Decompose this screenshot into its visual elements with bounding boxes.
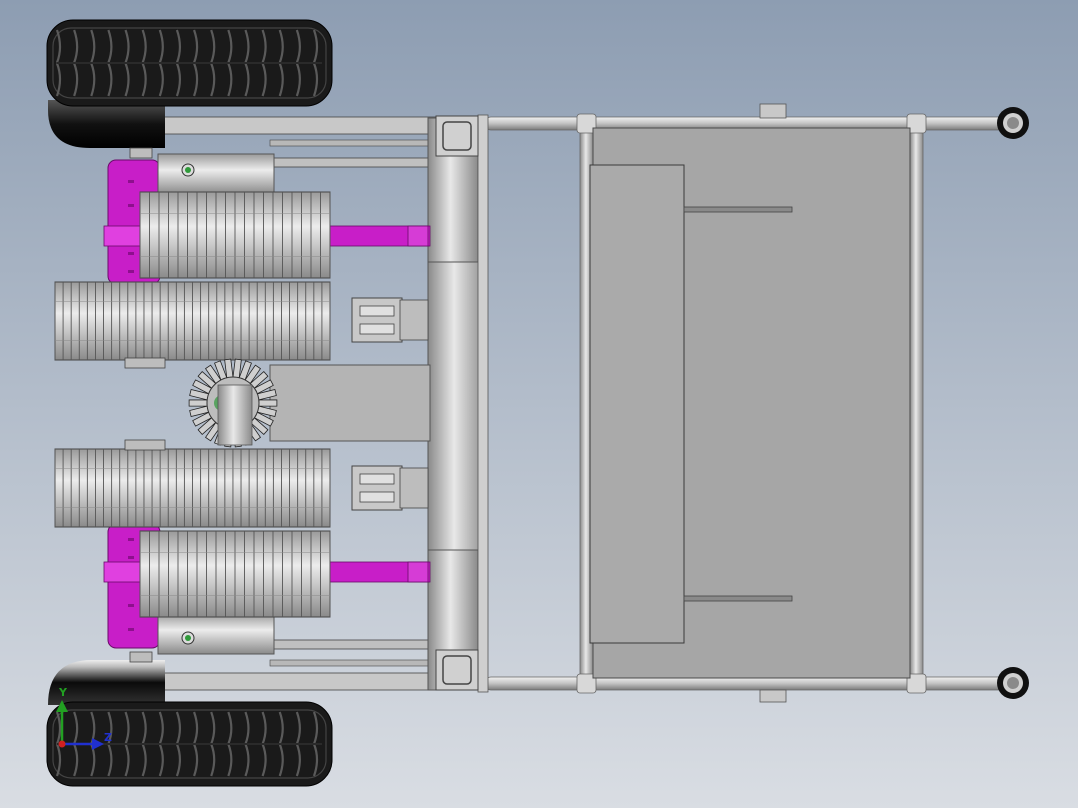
handle-end-top [997,107,1029,139]
hopper-plate [589,127,911,679]
bracket-bottom [351,465,429,511]
fender-top [48,100,165,148]
handle-end-bottom [997,667,1029,699]
wheel-top [46,19,333,107]
triad-origin [58,740,66,748]
triad-y-label: Y [59,686,67,699]
cad-model-view [0,0,1078,808]
bracket-top [351,297,429,343]
cad-viewport[interactable]: Y Z [0,0,1078,808]
triad-z-label: Z [104,731,112,744]
